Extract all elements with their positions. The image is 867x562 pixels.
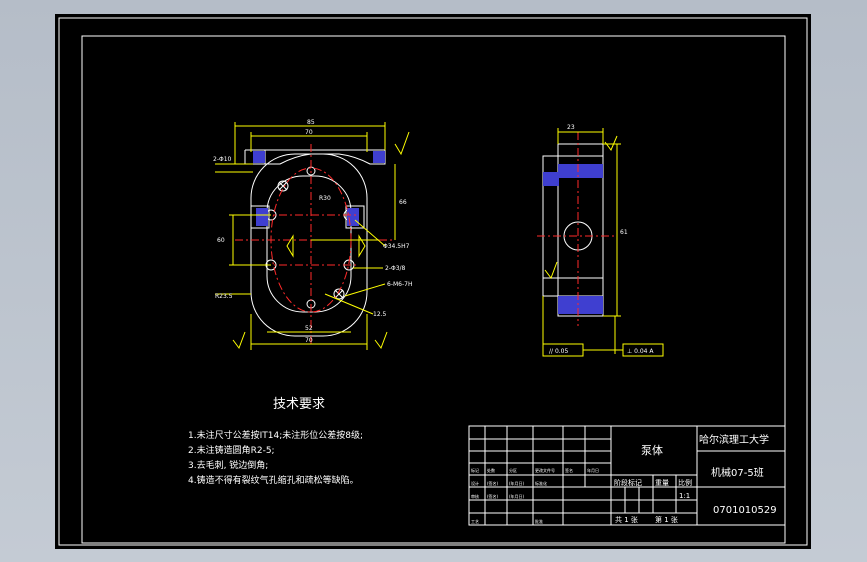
dim-right-height: 61 — [620, 229, 628, 236]
stage-mark-label: 阶段标记 — [614, 478, 642, 487]
dim-holes-right: 2-Φ3/8 — [385, 265, 406, 272]
svg-text:处数: 处数 — [487, 467, 495, 473]
front-centerlines — [235, 144, 395, 344]
svg-text:批准: 批准 — [535, 518, 543, 524]
part-name: 泵体 — [641, 443, 663, 457]
sheet-no: 第 1 张 — [655, 515, 678, 524]
note-3: 3.去毛刺, 锐边倒角; — [188, 459, 268, 471]
dim-radius: R23.5 — [215, 293, 233, 300]
svg-text:标准化: 标准化 — [535, 480, 547, 486]
svg-text:工艺: 工艺 — [471, 519, 479, 524]
dim-side-total: 66 — [399, 199, 407, 206]
outer-frame — [58, 17, 808, 546]
title-block-small-cells: 标记 处数 分区 更改文件号 签名 年月日 设计 (签名) (年月日) 标准化 审核 (签名) (年… — [471, 467, 599, 524]
svg-text:标记: 标记 — [471, 467, 479, 473]
drawing-number: 0701010529 — [713, 505, 777, 516]
dim-right-top: 23 — [567, 124, 575, 131]
front-view — [244, 149, 386, 337]
dim-bottom-outer: 70 — [305, 337, 313, 344]
note-4: 4.铸造不得有裂纹气孔缩孔和疏松等缺陷。 — [188, 474, 359, 486]
school-name: 哈尔滨理工大学 — [699, 433, 769, 446]
note-2: 2.未注铸造圆角R2-5; — [188, 444, 275, 456]
cad-viewport: 85 70 52 70 60 66 R30 Φ34.5H7 2-Φ10 2-Φ3… — [0, 0, 867, 562]
dim-rough: 12.5 — [373, 311, 387, 318]
dim-bottom-inner: 52 — [305, 325, 313, 332]
svg-text:审核: 审核 — [471, 493, 479, 499]
tol-perp: ⊥ 0.04 A — [627, 348, 654, 355]
note-1: 1.未注尺寸公差按IT14;未注形位公差按8级; — [188, 429, 363, 441]
scale-label: 比例 — [678, 478, 692, 487]
svg-text:(年月日): (年月日) — [509, 493, 525, 499]
svg-text:更改文件号: 更改文件号 — [535, 467, 555, 473]
tech-title: 技术要求 — [273, 397, 325, 412]
svg-text:(年月日): (年月日) — [509, 480, 525, 486]
tol-parallel: // 0.05 — [549, 348, 568, 355]
svg-text:签名: 签名 — [565, 467, 573, 473]
tech-notes: 1.未注尺寸公差按IT14;未注形位公差按8级; 2.未注铸造圆角R2-5; 3… — [188, 429, 363, 486]
dim-overall-width: 85 — [307, 119, 315, 126]
dim-holes-top: 2-Φ10 — [213, 156, 232, 163]
dim-inner-width: 70 — [305, 129, 313, 136]
engineering-drawing: 85 70 52 70 60 66 R30 Φ34.5H7 2-Φ10 2-Φ3… — [58, 17, 808, 546]
dim-thread: 6-M6-7H — [387, 281, 412, 288]
class-name: 机械07-5班 — [711, 466, 764, 479]
scale-value: 1:1 — [679, 492, 690, 500]
svg-text:设计: 设计 — [471, 480, 479, 486]
dim-bolt-circle: R30 — [319, 195, 331, 202]
svg-text:分区: 分区 — [509, 467, 517, 473]
side-hatching — [543, 164, 603, 314]
svg-text:(签名): (签名) — [487, 480, 499, 486]
dim-side-height: 60 — [217, 237, 225, 244]
dim-bore: Φ34.5H7 — [383, 243, 410, 250]
weight-label: 重量 — [655, 479, 669, 487]
svg-text:年月日: 年月日 — [587, 467, 599, 473]
title-block-right: 哈尔滨理工大学 机械07-5班 0701010529 — [699, 433, 777, 516]
drawing-sheet: 85 70 52 70 60 66 R30 Φ34.5H7 2-Φ10 2-Φ3… — [55, 14, 811, 549]
svg-text:(签名): (签名) — [487, 493, 499, 499]
sheets-total: 共 1 张 — [615, 515, 638, 524]
